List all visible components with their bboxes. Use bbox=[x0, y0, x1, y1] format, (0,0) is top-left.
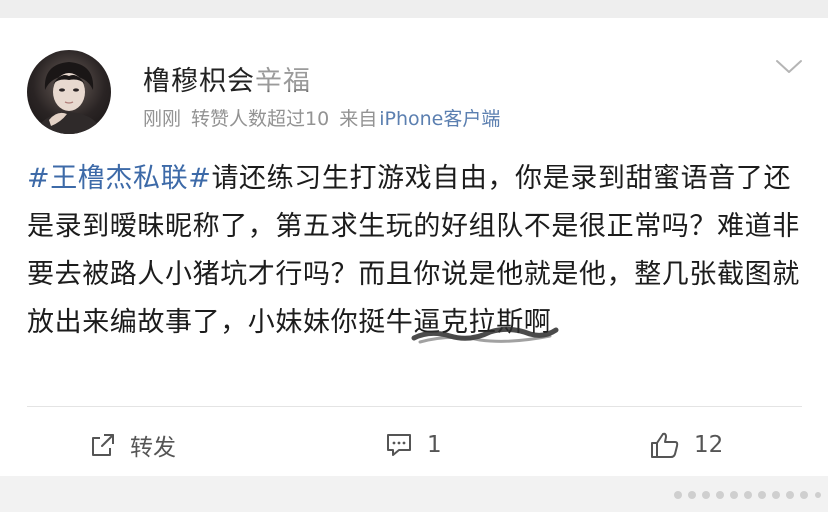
scribble-redaction bbox=[411, 326, 559, 344]
watermark-dots bbox=[674, 491, 821, 499]
source-app-link[interactable]: iPhone客户端 bbox=[379, 108, 500, 130]
thumbs-up-icon bbox=[651, 432, 679, 458]
avatar-photo bbox=[35, 62, 103, 134]
comment-icon bbox=[387, 434, 411, 456]
share-icon bbox=[92, 434, 114, 456]
repost-label: 转发 bbox=[130, 435, 176, 461]
repost-note: 转赞人数超过10 bbox=[191, 108, 330, 130]
divider bbox=[27, 406, 802, 407]
repost-button[interactable]: 转发 bbox=[90, 426, 176, 464]
source-prefix: 来自 bbox=[339, 108, 378, 130]
weibo-post-card: 橹穆枳会辛福 刚刚 转赞人数超过10 来自 iPhone客户端 #王橹杰私联#请还练习… bbox=[0, 18, 828, 476]
comment-button[interactable]: 1 bbox=[385, 426, 442, 464]
like-button[interactable]: 12 bbox=[650, 426, 723, 464]
hashtag-link[interactable]: #王橹杰私联# bbox=[27, 163, 211, 194]
avatar[interactable] bbox=[27, 50, 111, 134]
post-time: 刚刚 bbox=[143, 108, 182, 130]
smudge-overlay bbox=[255, 64, 317, 92]
post-meta: 刚刚 转赞人数超过10 来自 iPhone客户端 bbox=[143, 104, 500, 131]
comment-count: 1 bbox=[427, 432, 442, 458]
like-count: 12 bbox=[694, 432, 724, 458]
chevron-down-icon[interactable] bbox=[775, 58, 803, 76]
